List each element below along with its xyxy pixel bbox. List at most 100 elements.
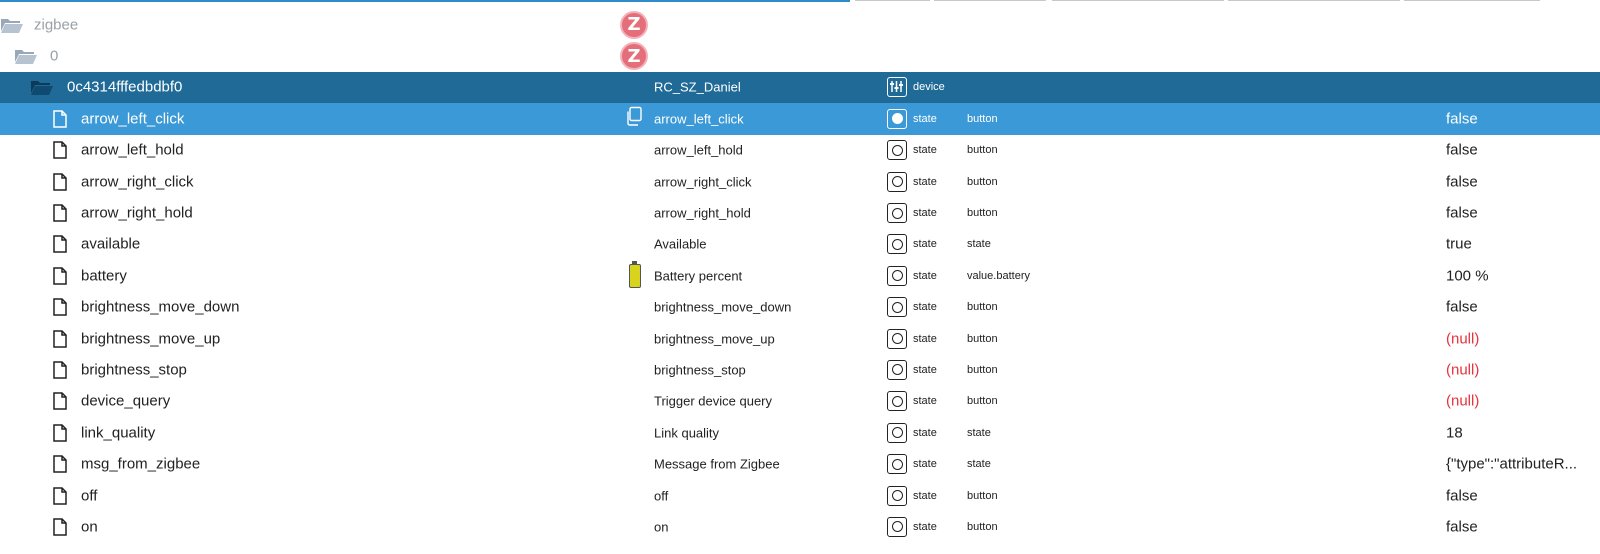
state-circle-icon: [887, 359, 907, 380]
tree-row-root[interactable]: zigbee Z: [0, 9, 1600, 40]
state-value[interactable]: false: [1446, 110, 1478, 127]
state-type: state: [913, 363, 937, 376]
state-role: button: [967, 520, 998, 533]
device-name: RC_SZ_Daniel: [654, 79, 741, 95]
tree-row-state[interactable]: brightness_move_down brightness_move_down…: [0, 292, 1600, 323]
file-icon: [53, 361, 67, 379]
state-circle-icon: [887, 391, 907, 412]
object-tree: zigbee Z 0 Z 0c4314fffedbdbf0 RC_SZ_Dani…: [0, 9, 1600, 543]
state-type: state: [913, 112, 937, 125]
state-name: arrow_left_click: [654, 111, 744, 127]
battery-icon: [629, 260, 641, 288]
copy-icon[interactable]: [625, 106, 643, 131]
tree-row-state[interactable]: available Available state state true: [0, 229, 1600, 260]
state-name: off: [654, 488, 669, 504]
state-type: state: [913, 207, 937, 220]
state-id: off: [81, 487, 98, 505]
device-sliders-icon: [887, 77, 907, 98]
state-value[interactable]: false: [1446, 173, 1478, 190]
tree-node-label: 0: [50, 47, 59, 65]
file-icon: [53, 392, 67, 411]
state-type: state: [913, 489, 937, 502]
state-circle-icon: [887, 454, 907, 475]
folder-open-icon[interactable]: [0, 16, 24, 34]
state-type: state: [913, 332, 937, 345]
state-value[interactable]: false: [1446, 299, 1478, 316]
folder-open-icon[interactable]: [14, 47, 38, 65]
state-id: on: [81, 518, 98, 536]
state-type: state: [913, 520, 937, 533]
state-id: brightness_stop: [81, 361, 187, 379]
state-value[interactable]: 100 %: [1446, 267, 1489, 284]
state-value[interactable]: 18: [1446, 424, 1463, 441]
state-id: link_quality: [81, 424, 156, 442]
tree-row-state[interactable]: msg_from_zigbee Message from Zigbee state s…: [0, 448, 1600, 479]
state-role: button: [967, 175, 998, 188]
tree-row-state[interactable]: arrow_left_hold arrow_left_hold state butto…: [0, 135, 1600, 166]
column-divider: [934, 0, 1046, 1]
state-id: brightness_move_up: [81, 330, 221, 348]
state-name: Trigger device query: [654, 393, 773, 409]
tree-row-state[interactable]: brightness_stop brightness_stop state butto…: [0, 354, 1600, 385]
state-circle-icon: [887, 422, 907, 443]
file-icon: [53, 298, 67, 316]
state-value[interactable]: true: [1446, 236, 1472, 253]
device-type: device: [913, 81, 945, 94]
state-id: available: [81, 235, 141, 253]
tree-row-state[interactable]: off off state button false: [0, 480, 1600, 511]
state-role: button: [967, 332, 998, 345]
state-value[interactable]: (null): [1446, 361, 1479, 378]
state-role: state: [967, 426, 991, 439]
state-name: brightness_stop: [654, 362, 746, 378]
state-role: button: [967, 301, 998, 314]
state-value[interactable]: false: [1446, 518, 1478, 535]
state-type: state: [913, 175, 937, 188]
tree-row-device[interactable]: 0c4314fffedbdbf0 RC_SZ_Daniel device: [0, 71, 1600, 104]
state-value[interactable]: false: [1446, 205, 1478, 222]
state-circle-icon: [887, 265, 907, 286]
tree-row-state[interactable]: on on state button false: [0, 511, 1600, 542]
state-name: arrow_right_hold: [654, 205, 751, 221]
state-role: button: [967, 112, 998, 125]
state-name: arrow_right_click: [654, 174, 752, 190]
state-name: Message from Zigbee: [654, 456, 780, 472]
state-value[interactable]: false: [1446, 142, 1478, 159]
state-id: msg_from_zigbee: [81, 455, 201, 473]
state-circle-icon: [887, 140, 907, 161]
state-name: brightness_move_down: [654, 299, 792, 315]
state-value[interactable]: (null): [1446, 393, 1479, 410]
state-circle-icon: [887, 203, 907, 224]
state-role: state: [967, 238, 991, 251]
state-circle-icon: [887, 297, 907, 318]
tree-row-instance[interactable]: 0 Z: [0, 40, 1600, 71]
zigbee-logo-icon: Z: [620, 42, 648, 71]
tree-row-state[interactable]: arrow_left_click arrow_left_click state but…: [0, 103, 1600, 135]
tree-row-state[interactable]: brightness_move_up brightness_move_up stat…: [0, 323, 1600, 354]
tree-row-state[interactable]: arrow_right_click arrow_right_click state b…: [0, 166, 1600, 197]
state-name: Battery percent: [654, 268, 743, 284]
state-type: state: [913, 458, 937, 471]
state-role: button: [967, 395, 998, 408]
tree-row-state[interactable]: battery Battery percent state value.battery…: [0, 260, 1600, 291]
file-icon: [53, 518, 67, 536]
tree-row-state[interactable]: arrow_right_hold arrow_right_hold state but…: [0, 197, 1600, 228]
state-circle-icon: [887, 171, 907, 192]
tree-row-state[interactable]: link_quality Link quality state state 18: [0, 417, 1600, 448]
folder-open-icon[interactable]: [30, 78, 54, 96]
state-value[interactable]: (null): [1446, 330, 1479, 347]
state-value[interactable]: false: [1446, 487, 1478, 504]
state-circle-icon: [887, 485, 907, 506]
state-role: button: [967, 489, 998, 502]
state-type: state: [913, 395, 937, 408]
state-circle-icon: [887, 516, 907, 537]
tree-row-state[interactable]: device_query Trigger device query state but…: [0, 386, 1600, 417]
state-id: brightness_move_down: [81, 298, 240, 316]
state-name: arrow_left_hold: [654, 142, 743, 158]
state-id: arrow_left_hold: [81, 141, 184, 159]
state-value[interactable]: {"type":"attributeR...: [1446, 456, 1577, 473]
file-icon: [53, 455, 67, 473]
state-circle-icon: [887, 234, 907, 255]
state-role: button: [967, 207, 998, 220]
file-icon: [53, 172, 67, 191]
file-icon: [53, 486, 67, 505]
